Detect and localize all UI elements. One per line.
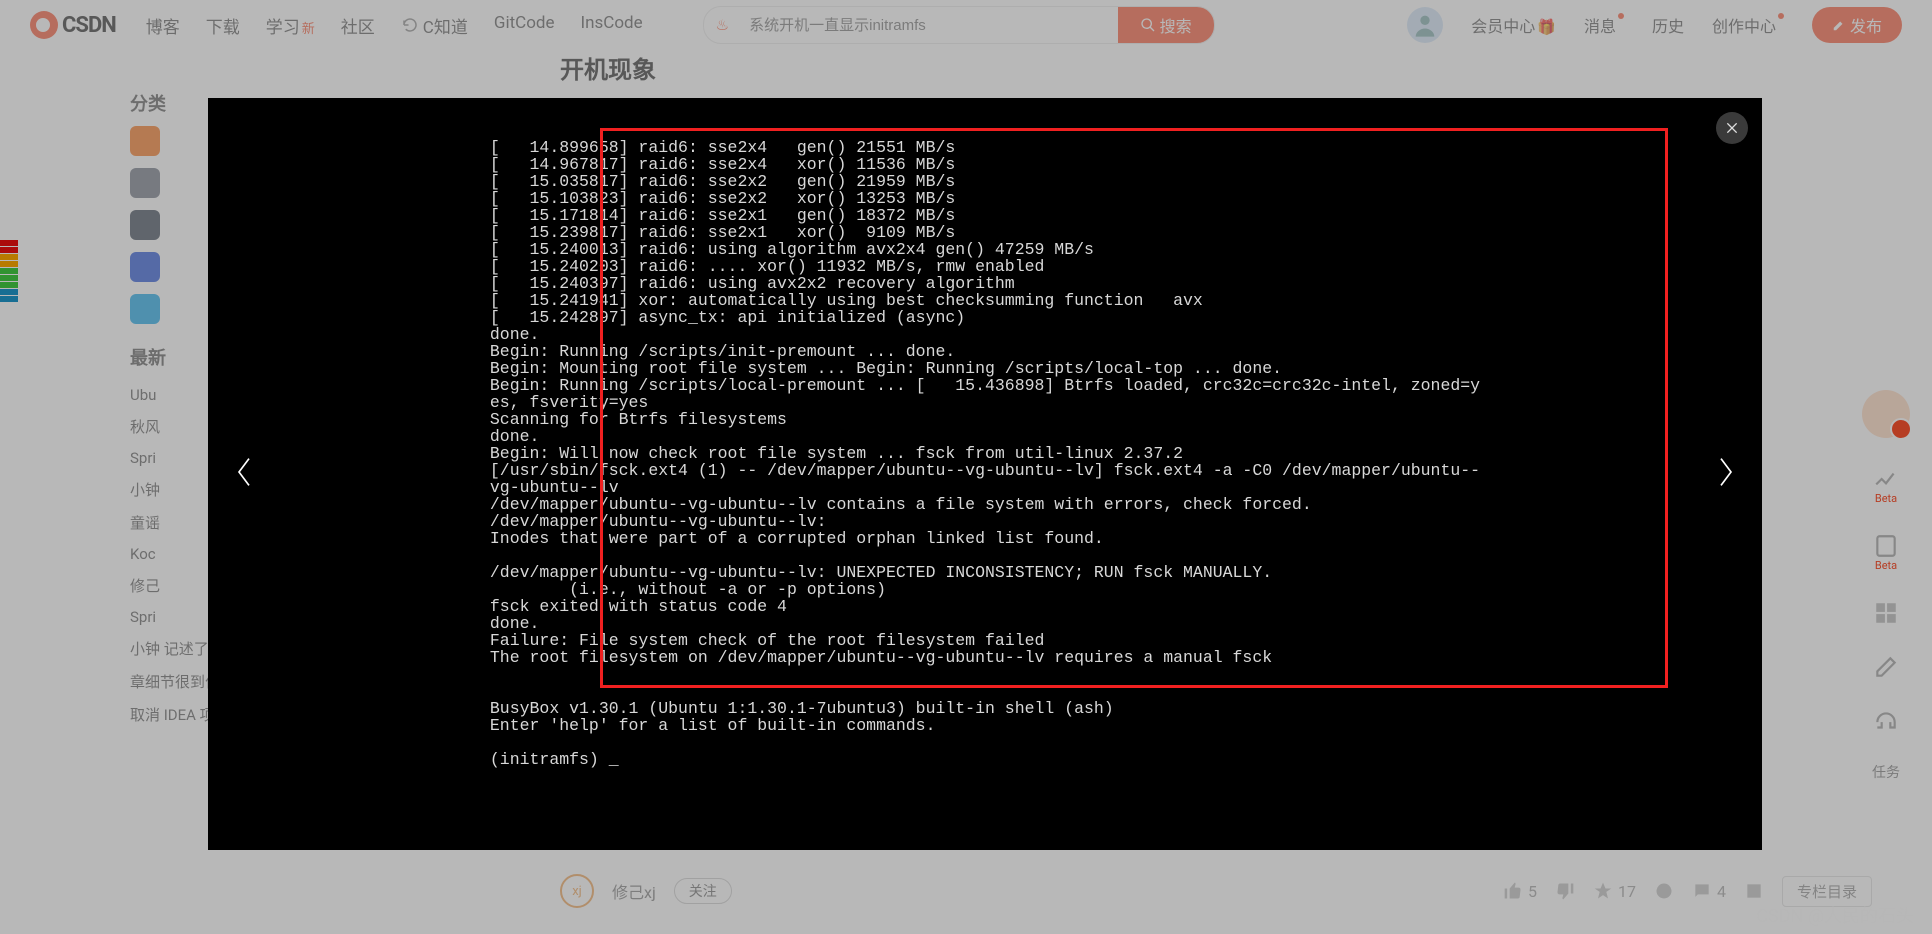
image-lightbox: [ 14.899658] raid6: sse2x4 gen() 21551 M… [208,98,1762,850]
close-button[interactable] [1716,112,1748,144]
chevron-left-icon [234,455,254,489]
terminal-screenshot: [ 14.899658] raid6: sse2x4 gen() 21551 M… [490,122,1480,784]
terminal-output: [ 14.899658] raid6: sse2x4 gen() 21551 M… [490,139,1480,768]
watermark: CSDN @人民的石头 [1756,902,1914,928]
close-icon [1724,120,1740,136]
prev-image-button[interactable] [214,435,274,513]
chevron-right-icon [1716,455,1736,489]
next-image-button[interactable] [1696,435,1756,513]
